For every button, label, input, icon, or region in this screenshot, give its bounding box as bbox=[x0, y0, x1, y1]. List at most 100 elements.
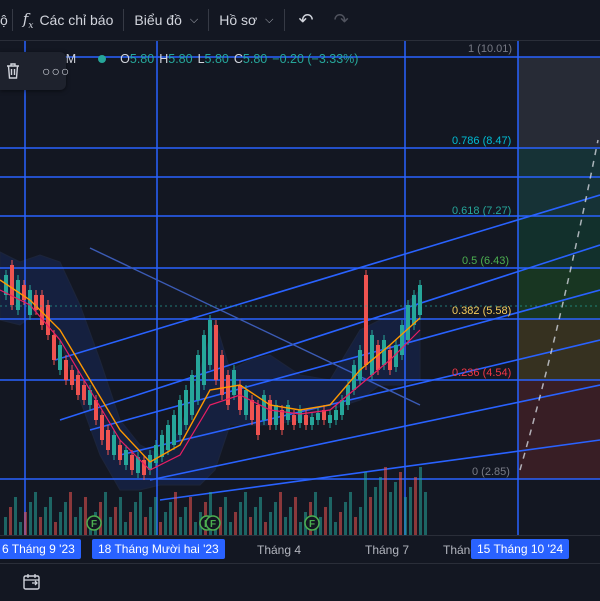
time-axis-label: Tháng 4 bbox=[257, 543, 302, 557]
candle-body bbox=[220, 355, 224, 395]
volume-bar bbox=[124, 522, 127, 535]
volume-bar bbox=[194, 522, 197, 535]
volume-bar bbox=[419, 467, 422, 535]
event-marker-label: F bbox=[91, 519, 97, 530]
chart-canvas[interactable]: 1 (10.01) 0.786 (8.47) 0.618 (7.27) 0.5 (6.… bbox=[0, 41, 600, 535]
volume-bar bbox=[354, 517, 357, 535]
fib-zone bbox=[518, 380, 600, 479]
volume-bar bbox=[74, 517, 77, 535]
fib-level-label: 0.382 (5.58) bbox=[452, 305, 511, 317]
fib-level-label: 0.786 (8.47) bbox=[452, 135, 511, 147]
candle-body bbox=[412, 295, 416, 325]
volume-bar bbox=[179, 517, 182, 535]
candle-body bbox=[418, 285, 422, 315]
volume-bar bbox=[399, 472, 402, 535]
candle-body bbox=[316, 413, 320, 420]
volume-bar bbox=[184, 507, 187, 535]
toolbar-left-fragment[interactable]: ộ bbox=[0, 0, 12, 40]
candle-body bbox=[280, 410, 284, 430]
candle-body bbox=[100, 415, 104, 440]
candle-body bbox=[274, 405, 278, 425]
volume-bar bbox=[299, 522, 302, 535]
bollinger-band bbox=[0, 251, 421, 491]
chart-pane[interactable]: 1 (10.01) 0.786 (8.47) 0.618 (7.27) 0.5 (6.… bbox=[0, 41, 600, 535]
volume-bar bbox=[54, 522, 57, 535]
candle-body bbox=[172, 415, 176, 445]
chart-menu-label: Biểu đồ bbox=[134, 12, 182, 28]
market-status-dot bbox=[98, 55, 107, 63]
candle-body bbox=[334, 410, 338, 420]
volume-bar bbox=[39, 517, 42, 535]
volume-bar bbox=[409, 487, 412, 535]
fib-level-label: 0.618 (7.27) bbox=[452, 205, 511, 217]
volume-bar bbox=[364, 472, 367, 535]
candle-body bbox=[58, 345, 62, 370]
volume-bar bbox=[324, 507, 327, 535]
indicators-button[interactable]: fx Các chỉ báo bbox=[13, 0, 124, 40]
more-options-icon[interactable]: ○○○ bbox=[42, 63, 70, 79]
profile-menu-label: Hồ sơ bbox=[219, 12, 258, 28]
volume-bar bbox=[339, 512, 342, 535]
floating-drawing-panel: ○○○ bbox=[0, 52, 69, 90]
fib-level-label: 0.236 (4.54) bbox=[452, 367, 511, 379]
trash-icon[interactable] bbox=[4, 61, 22, 81]
undo-icon: ↶ bbox=[298, 9, 314, 30]
top-toolbar: ộ fx Các chỉ báo Biểu đồ ⌵ Hồ sơ ⌵ ↶ ↷ bbox=[0, 0, 600, 41]
candle-body bbox=[70, 370, 74, 385]
candle-body bbox=[250, 400, 254, 420]
candle-body bbox=[226, 375, 230, 405]
volume-bar bbox=[394, 482, 397, 535]
candle-body bbox=[376, 345, 380, 370]
volume-bar bbox=[374, 487, 377, 535]
volume-bar bbox=[404, 497, 407, 535]
candle-body bbox=[154, 445, 158, 463]
event-marker-label: F bbox=[210, 519, 216, 530]
volume-bar bbox=[234, 512, 237, 535]
volume-bar bbox=[174, 492, 177, 535]
candle-body bbox=[52, 335, 56, 360]
volume-bar bbox=[44, 507, 47, 535]
volume-bar bbox=[424, 492, 427, 535]
candle-body bbox=[184, 390, 188, 425]
volume-bar bbox=[274, 502, 277, 535]
volume-bar bbox=[264, 522, 267, 535]
low-value: 5.80 bbox=[204, 52, 229, 66]
volume-bar bbox=[169, 502, 172, 535]
candle-body bbox=[328, 415, 332, 423]
date-range-calendar-icon[interactable] bbox=[22, 572, 42, 597]
chart-menu-button[interactable]: Biểu đồ ⌵ bbox=[124, 0, 208, 40]
volume-bar bbox=[384, 467, 387, 535]
event-marker-label: F bbox=[309, 519, 315, 530]
candle-body bbox=[244, 390, 248, 415]
volume-bar bbox=[134, 502, 137, 535]
volume-bar bbox=[269, 512, 272, 535]
low-label: L bbox=[197, 52, 205, 66]
candle-body bbox=[10, 265, 14, 305]
candle-body bbox=[28, 290, 32, 315]
candle-body bbox=[130, 455, 134, 470]
candle-body bbox=[190, 375, 194, 415]
open-value: 5.80 bbox=[129, 52, 155, 66]
volume-bar bbox=[369, 497, 372, 535]
candle-body bbox=[118, 445, 122, 460]
volume-bar bbox=[14, 497, 17, 535]
redo-button[interactable]: ↷ bbox=[328, 0, 355, 40]
volume-bar bbox=[249, 517, 252, 535]
profile-menu-button[interactable]: Hồ sơ ⌵ bbox=[209, 0, 283, 40]
candle-body bbox=[76, 375, 80, 395]
candle-body bbox=[292, 415, 296, 425]
volume-bar bbox=[69, 492, 72, 535]
candle-body bbox=[340, 400, 344, 415]
volume-bar bbox=[164, 512, 167, 535]
candle-body bbox=[112, 435, 116, 455]
candle-body bbox=[400, 325, 404, 355]
fib-zone bbox=[518, 57, 600, 148]
time-axis[interactable]: 6 Tháng 9 '23 18 Tháng Mười hai '23 Thán… bbox=[0, 535, 600, 564]
candle-body bbox=[304, 415, 308, 425]
candle-body bbox=[238, 385, 242, 410]
volume-bar bbox=[284, 517, 287, 535]
undo-button[interactable]: ↶ bbox=[285, 0, 328, 40]
volume-bar bbox=[259, 497, 262, 535]
indicators-label: Các chỉ báo bbox=[39, 12, 114, 28]
volume-bar bbox=[329, 497, 332, 535]
